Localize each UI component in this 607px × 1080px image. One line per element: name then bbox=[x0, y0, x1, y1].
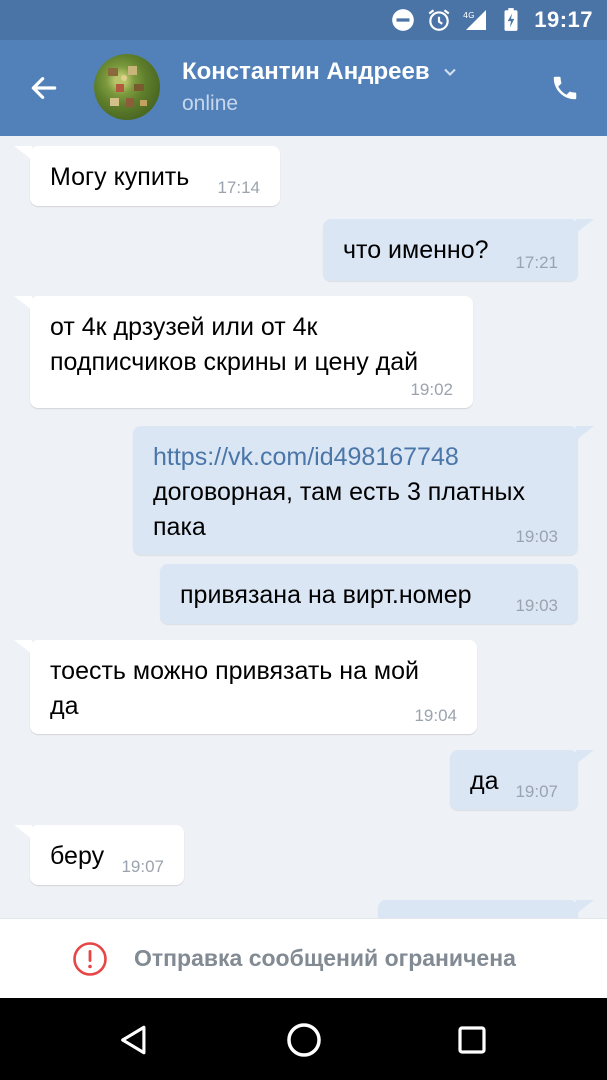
message-time: 19:04 bbox=[414, 706, 457, 725]
message-outgoing[interactable]: что именно? 17:21 bbox=[323, 219, 594, 281]
message-time: 19:07 bbox=[515, 782, 558, 801]
message-text: от 4к дрзузей или от 4к bbox=[50, 313, 318, 341]
dnd-icon bbox=[392, 9, 415, 31]
message-time: 19:03 bbox=[515, 596, 558, 615]
chat-header: Константин Андреев online bbox=[0, 40, 607, 136]
message-text: привязана на вирт.номер bbox=[180, 581, 472, 609]
back-arrow-icon bbox=[31, 77, 57, 99]
message-incoming[interactable]: беру 19:07 bbox=[14, 825, 184, 885]
nav-back-icon bbox=[121, 1025, 146, 1055]
message-time: 17:14 bbox=[217, 178, 260, 197]
contact-name[interactable]: Константин Андреев bbox=[182, 58, 430, 86]
message-outgoing[interactable]: привязана на вирт.номер 19:03 bbox=[160, 564, 578, 624]
message-outgoing[interactable]: да 19:07 bbox=[450, 750, 594, 810]
battery-charging-icon bbox=[504, 8, 518, 31]
message-text: да bbox=[50, 692, 79, 720]
message-text: пака bbox=[153, 513, 206, 541]
nav-recents-button[interactable] bbox=[450, 1018, 494, 1062]
message-time: 19:02 bbox=[410, 380, 453, 399]
contact-status: online bbox=[182, 92, 239, 115]
message-text: подписчиков скрины и цену дай bbox=[50, 348, 419, 376]
signal-icon: 4G bbox=[463, 10, 487, 30]
navigation-bar bbox=[0, 998, 607, 1080]
message-outgoing-partial[interactable] bbox=[378, 900, 594, 918]
message-incoming[interactable]: Могу купить 17:14 bbox=[14, 146, 280, 206]
avatar[interactable] bbox=[94, 54, 160, 120]
nav-back-button[interactable] bbox=[112, 1018, 156, 1062]
chevron-down-icon[interactable] bbox=[440, 62, 460, 82]
message-incoming[interactable]: тоесть можно привязать на мой да 19:04 bbox=[14, 640, 477, 734]
nav-recents-icon bbox=[458, 1026, 486, 1054]
status-bar: 4G 19:17 bbox=[0, 0, 607, 40]
message-text: тоесть можно привязать на мой bbox=[50, 657, 419, 685]
restriction-text: Отправка сообщений ограничена bbox=[134, 945, 516, 971]
warning-circle-icon bbox=[73, 942, 107, 976]
call-button[interactable] bbox=[545, 68, 585, 108]
message-outgoing[interactable]: https://vk.com/id498167748 договорная, т… bbox=[133, 426, 594, 555]
status-time: 19:17 bbox=[534, 7, 593, 32]
message-incoming[interactable]: от 4к дрзузей или от 4к подписчиков скри… bbox=[14, 296, 473, 408]
message-time: 19:07 bbox=[121, 857, 164, 876]
avatar-image bbox=[108, 66, 147, 107]
alarm-icon bbox=[428, 9, 450, 31]
message-time: 17:21 bbox=[515, 253, 558, 272]
phone-icon bbox=[553, 76, 577, 100]
message-list[interactable]: Могу купить 17:14 что именно? 17:21 от 4… bbox=[0, 136, 607, 918]
back-button[interactable] bbox=[24, 68, 64, 108]
message-link[interactable]: https://vk.com/id498167748 bbox=[153, 440, 558, 475]
message-time: 19:03 bbox=[515, 527, 558, 546]
nav-home-icon bbox=[287, 1023, 321, 1057]
nav-home-button[interactable] bbox=[282, 1018, 326, 1062]
message-text: договорная, там есть 3 платных bbox=[153, 478, 525, 506]
svg-text:4G: 4G bbox=[463, 11, 474, 20]
restriction-bar: Отправка сообщений ограничена bbox=[0, 918, 607, 998]
